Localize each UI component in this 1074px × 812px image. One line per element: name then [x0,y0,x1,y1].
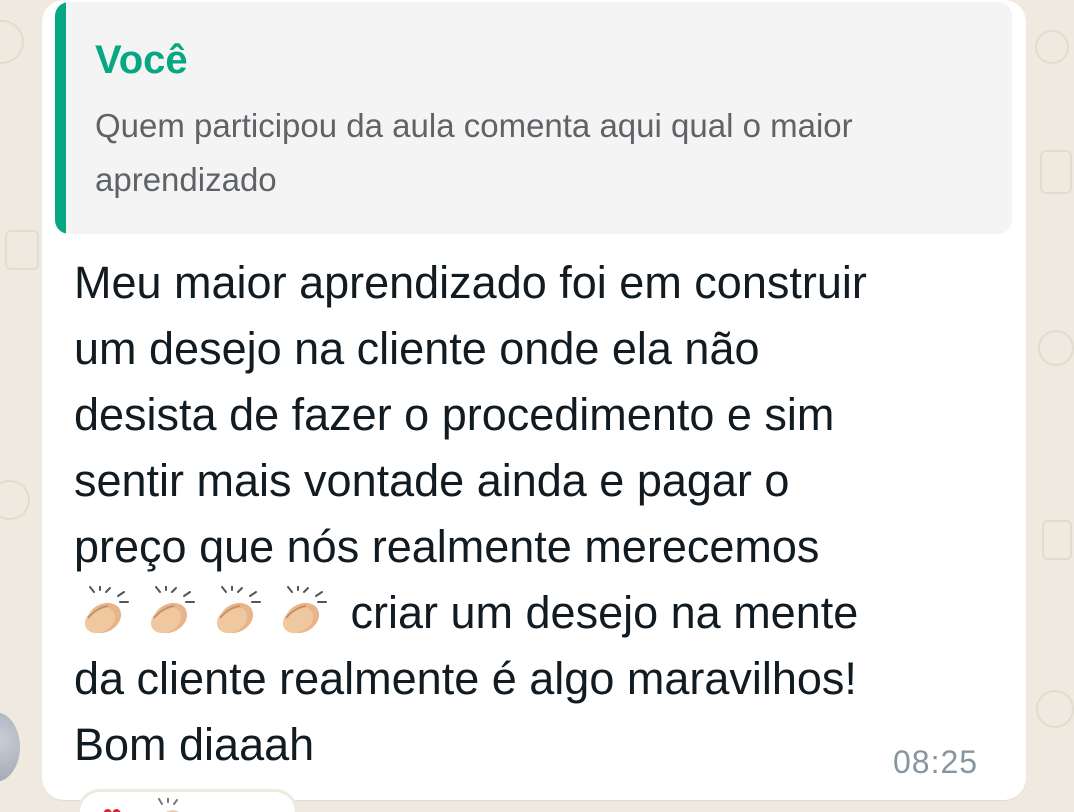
avatar[interactable] [0,712,20,782]
clapping-hands-emoji [140,585,198,638]
wallpaper-doodle [5,230,39,270]
wallpaper-doodle [1036,690,1074,728]
quote-text: Quem participou da aula comenta aqui qua… [95,107,853,198]
message-line: desista de fazer o procedimento e sim [74,389,835,440]
quote-author: Você [95,38,188,82]
wallpaper-doodle [1040,150,1072,194]
chat-background: Você Quem participou da aula comenta aqu… [0,0,1074,812]
message-line: criar um desejo na mente [350,587,859,638]
clapping-hands-emoji [74,585,132,638]
clapping-hands-emoji [272,585,330,638]
message-timestamp: 08:25 [893,744,979,780]
message-line: um desejo na cliente onde ela não [74,323,760,374]
wallpaper-doodle [0,480,30,520]
wallpaper-doodle [1035,30,1069,64]
wallpaper-doodle [1038,330,1074,366]
reactions-pill[interactable]: ♥ [80,792,295,812]
message-line: sentir mais vontade ainda e pagar o [74,455,790,506]
message-line: Meu maior aprendizado foi em construir [74,257,867,308]
clapping-hands-emoji [206,585,264,638]
message-line: Bom diaaah [74,719,315,770]
heart-icon: ♥ [102,800,122,812]
wallpaper-doodle [0,20,24,64]
clapping-hands-icon [150,797,190,812]
message-line: da cliente realmente é algo maravilhos! [74,653,857,704]
message-line: preço que nós realmente merecemos [74,521,820,572]
message-text: Meu maior aprendizado foi em construir u… [74,250,1004,778]
wallpaper-doodle [1042,520,1072,560]
quoted-message[interactable]: Você Quem participou da aula comenta aqu… [55,2,1012,234]
quote-accent-bar [55,2,66,234]
